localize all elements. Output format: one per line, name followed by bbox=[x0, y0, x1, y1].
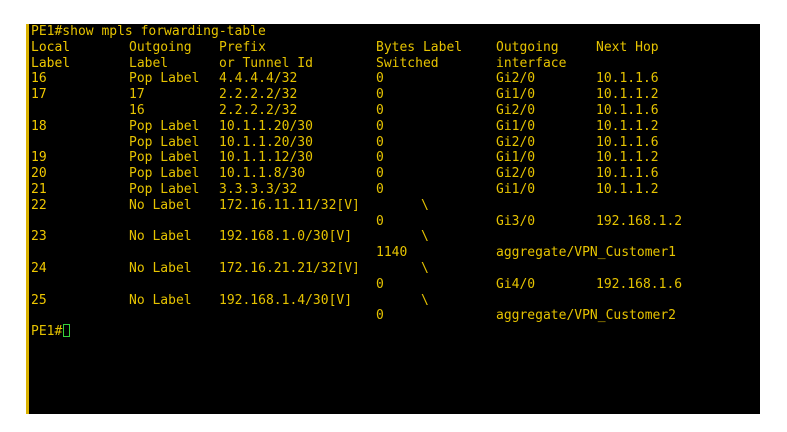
cell-col-2: Prefix bbox=[219, 39, 266, 55]
cell-col-5: 10.1.1.6 bbox=[596, 103, 659, 118]
cell-col-0: 23 bbox=[31, 229, 47, 245]
cell-col-3: 0 bbox=[376, 308, 384, 324]
cell-col-2: 192.168.1.4/30[V] bbox=[219, 292, 353, 308]
cell-col-5: Next Hop bbox=[596, 39, 659, 55]
cell-col-1: No Label bbox=[129, 229, 192, 245]
cell-col-3: 0 bbox=[376, 150, 384, 166]
cell-col-0: 22 bbox=[31, 197, 47, 213]
cell-col-4: Gi2/0 bbox=[496, 103, 536, 118]
cell-col-3: 0 bbox=[376, 103, 384, 118]
cell-col-0: 25 bbox=[31, 292, 47, 308]
cell-col-3: 0 bbox=[376, 213, 384, 229]
cell-col-5: 10.1.1.6 bbox=[596, 166, 659, 182]
cell-col-0: 16 bbox=[31, 71, 47, 87]
cell-col-3: \ bbox=[421, 197, 429, 213]
cell-col-4: Gi1/0 bbox=[496, 118, 536, 134]
cell-col-3: 1140 bbox=[376, 245, 408, 261]
cell-col-1: Outgoing bbox=[129, 39, 192, 55]
cell-col-5: 10.1.1.6 bbox=[596, 71, 659, 87]
cell-col-2: 172.16.21.21/32[V] bbox=[219, 261, 360, 276]
cell-col-4: Gi3/0 bbox=[496, 213, 536, 229]
cell-col-1: 16 bbox=[129, 103, 145, 118]
cell-col-3: 0 bbox=[376, 71, 384, 87]
cell-col-1: Pop Label bbox=[129, 134, 200, 150]
cursor[interactable] bbox=[63, 324, 71, 338]
cell-col-0: 21 bbox=[31, 182, 47, 197]
cell-col-3: Switched bbox=[376, 55, 439, 71]
cell-col-1: Pop Label bbox=[129, 71, 200, 87]
cell-col-1: Pop Label bbox=[129, 118, 200, 134]
selection-stripe bbox=[26, 24, 29, 414]
cell-col-3: 0 bbox=[376, 276, 384, 292]
cell-col-2: 192.168.1.0/30[V] bbox=[219, 229, 353, 245]
cell-col-0: Local bbox=[31, 39, 71, 55]
cell-col-1: Label bbox=[129, 55, 169, 71]
cell-col-2: 10.1.1.20/30 bbox=[219, 134, 313, 150]
cell-col-1: 17 bbox=[129, 87, 145, 103]
cell-col-4: Gi4/0 bbox=[496, 276, 536, 292]
cell-col-0: 17 bbox=[31, 87, 47, 103]
cell-col-1: No Label bbox=[129, 261, 192, 276]
prompt-text: PE1# bbox=[31, 324, 71, 340]
cell-col-5: 10.1.1.6 bbox=[596, 134, 659, 150]
cell-col-1: No Label bbox=[129, 197, 192, 213]
cell-col-3: \ bbox=[421, 261, 429, 276]
cell-col-4: Outgoing bbox=[496, 39, 559, 55]
cell-col-4: Gi2/0 bbox=[496, 134, 536, 150]
cell-col-5: 10.1.1.2 bbox=[596, 182, 659, 197]
cell-col-5: 192.168.1.2 bbox=[596, 213, 683, 229]
cell-col-3: Bytes Label bbox=[376, 39, 463, 55]
prompt-label: PE1# bbox=[31, 324, 63, 340]
cell-col-0: Label bbox=[31, 55, 71, 71]
terminal-window[interactable]: PE1#show mpls forwarding-table Local Outgo… bbox=[26, 24, 760, 414]
cell-col-4: Gi1/0 bbox=[496, 87, 536, 103]
cell-col-5: 10.1.1.2 bbox=[596, 150, 659, 166]
cell-col-2: or Tunnel Id bbox=[219, 55, 313, 71]
cell-col-5: 10.1.1.2 bbox=[596, 118, 659, 134]
cell-col-4: aggregate/VPN_Customer2 bbox=[496, 308, 677, 324]
cell-col-1: Pop Label bbox=[129, 150, 200, 166]
command-text: PE1#show mpls forwarding-table bbox=[31, 24, 266, 39]
cell-col-3: \ bbox=[421, 229, 429, 245]
cell-col-0: 20 bbox=[31, 166, 47, 182]
cell-col-2: 10.1.1.12/30 bbox=[219, 150, 313, 166]
cell-col-1: No Label bbox=[129, 292, 192, 308]
cell-col-1: Pop Label bbox=[129, 182, 200, 197]
cell-col-4: Gi2/0 bbox=[496, 166, 536, 182]
cell-col-2: 2.2.2.2/32 bbox=[219, 87, 298, 103]
cell-col-4: aggregate/VPN_Customer1 bbox=[496, 245, 677, 261]
cell-col-1: Pop Label bbox=[129, 166, 200, 182]
cell-col-4: Gi2/0 bbox=[496, 71, 536, 87]
cell-col-2: 2.2.2.2/32 bbox=[219, 103, 298, 118]
cell-col-3: 0 bbox=[376, 182, 384, 197]
cell-col-5: 192.168.1.6 bbox=[596, 276, 683, 292]
cell-col-3: 0 bbox=[376, 118, 384, 134]
cell-col-3: 0 bbox=[376, 166, 384, 182]
cell-col-0: 24 bbox=[31, 261, 47, 276]
cell-col-3: 0 bbox=[376, 87, 384, 103]
cell-col-0: 18 bbox=[31, 118, 47, 134]
cell-col-2: 172.16.11.11/32[V] bbox=[219, 197, 360, 213]
cell-col-4: interface bbox=[496, 55, 567, 71]
cell-col-2: 3.3.3.3/32 bbox=[219, 182, 298, 197]
cell-col-4: Gi1/0 bbox=[496, 182, 536, 197]
cell-col-3: 0 bbox=[376, 134, 384, 150]
cell-col-0: 19 bbox=[31, 150, 47, 166]
cell-col-5: 10.1.1.2 bbox=[596, 87, 659, 103]
cell-col-2: 10.1.1.20/30 bbox=[219, 118, 313, 134]
cell-col-3: \ bbox=[421, 292, 429, 308]
cell-col-2: 4.4.4.4/32 bbox=[219, 71, 298, 87]
cell-col-2: 10.1.1.8/30 bbox=[219, 166, 306, 182]
cell-col-4: Gi1/0 bbox=[496, 150, 536, 166]
